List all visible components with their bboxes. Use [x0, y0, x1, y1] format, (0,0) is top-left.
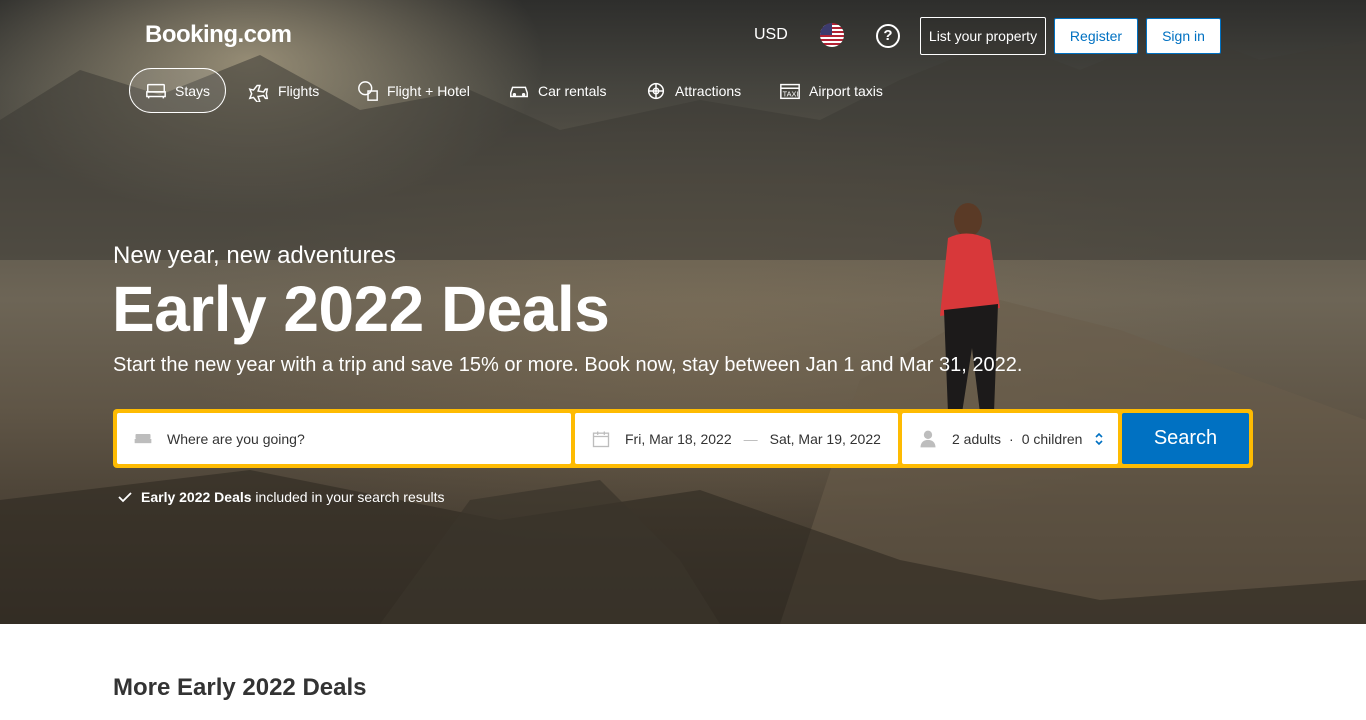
destination-placeholder: Where are you going? — [167, 430, 305, 447]
nav-tab-stays[interactable]: Stays — [129, 68, 227, 113]
hero-title: Early 2022 Deals — [112, 273, 610, 345]
date-separator: — — [743, 430, 758, 447]
us-flag-icon[interactable] — [820, 23, 844, 47]
hero-description: Start the new year with a trip and save … — [113, 354, 1023, 376]
guests-selector[interactable]: 2 adults · 0 children — [902, 413, 1118, 464]
nav-tab-attractions[interactable]: Attractions — [630, 68, 756, 113]
deals-note: Early 2022 Deals included in your search… — [117, 489, 445, 505]
plane-icon — [248, 84, 269, 102]
chevron-up-down-icon — [1095, 432, 1103, 446]
hero-banner: Booking.com USD ? List your property Reg… — [0, 0, 1366, 624]
car-icon — [510, 86, 528, 97]
nav-tab-car-rentals[interactable]: Car rentals — [493, 68, 621, 113]
top-bar: Booking.com USD ? List your property Reg… — [0, 0, 1366, 70]
nav-tab-flight-hotel[interactable]: Flight + Hotel — [342, 68, 485, 113]
guest-separator: · — [1009, 430, 1014, 447]
sign-in-button[interactable]: Sign in — [1146, 18, 1221, 54]
nav-label-attractions: Attractions — [675, 82, 742, 99]
register-button[interactable]: Register — [1054, 18, 1138, 54]
adults-count: 2 adults — [952, 430, 1002, 447]
checkout-date: Sat, Mar 19, 2022 — [769, 430, 881, 447]
destination-input[interactable]: Where are you going? — [117, 413, 571, 464]
hiker-figure — [940, 203, 1000, 413]
attractions-icon — [647, 82, 665, 99]
search-bar: Where are you going? Fri, Mar 18, 2022 —… — [113, 409, 1253, 468]
checkin-date: Fri, Mar 18, 2022 — [625, 430, 732, 447]
bed-icon — [146, 83, 166, 98]
person-icon — [920, 430, 936, 447]
deals-note-bold: Early 2022 Deals — [141, 489, 252, 505]
nav-label-stays: Stays — [175, 82, 211, 99]
date-picker[interactable]: Fri, Mar 18, 2022 — Sat, Mar 19, 2022 — [575, 413, 898, 464]
checkmark-icon — [118, 492, 132, 503]
taxi-icon: TAXI — [780, 83, 800, 99]
children-count: 0 children — [1021, 430, 1083, 447]
section-title: More Early 2022 Deals — [113, 674, 367, 701]
nav-label-car-rentals: Car rentals — [538, 82, 607, 99]
nav-tab-airport-taxis[interactable]: TAXI Airport taxis — [764, 68, 898, 113]
nav-label-flight-hotel: Flight + Hotel — [387, 82, 470, 99]
nav-tab-flights[interactable]: Flights — [233, 68, 334, 113]
calendar-icon — [592, 431, 610, 447]
nav-label-flights: Flights — [278, 82, 320, 99]
currency-selector[interactable]: USD — [754, 26, 788, 44]
booking-logo[interactable]: Booking.com — [145, 21, 292, 49]
search-button[interactable]: Search — [1122, 413, 1249, 464]
help-icon[interactable]: ? — [876, 24, 900, 48]
list-property-button[interactable]: List your property — [920, 17, 1046, 55]
nav-label-airport-taxis: Airport taxis — [809, 82, 883, 99]
deals-note-text: included in your search results — [255, 489, 445, 505]
svg-text:TAXI: TAXI — [783, 89, 799, 98]
flight-hotel-icon — [358, 80, 378, 101]
hero-subtitle: New year, new adventures — [113, 242, 396, 269]
bed-icon — [134, 433, 152, 443]
